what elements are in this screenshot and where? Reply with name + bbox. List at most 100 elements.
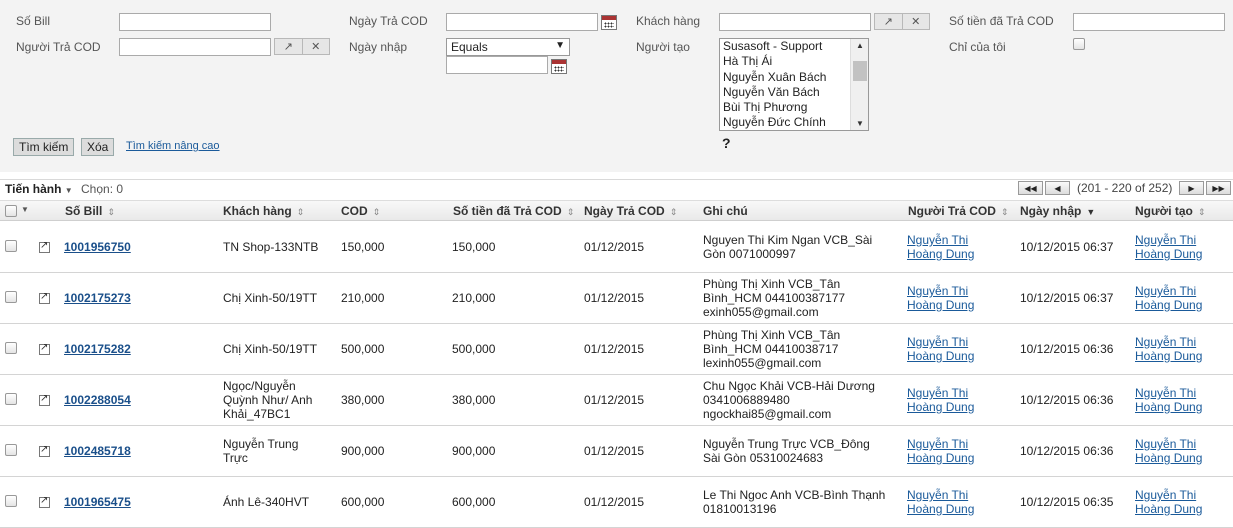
calendar-icon[interactable] bbox=[551, 59, 567, 74]
so-tien-input[interactable] bbox=[1073, 13, 1225, 31]
col-so-tien[interactable]: Số tiền đã Trả COD ⇕ bbox=[453, 204, 574, 218]
scroll-down-icon[interactable]: ▼ bbox=[856, 119, 864, 128]
payer-link[interactable]: Hoàng Dung bbox=[907, 298, 974, 312]
listbox-option[interactable]: Nguyễn Đức Chính bbox=[720, 115, 868, 130]
payer-link[interactable]: Hoàng Dung bbox=[907, 400, 974, 414]
col-so-bill[interactable]: Số Bill ⇕ bbox=[65, 204, 115, 218]
row-checkbox[interactable] bbox=[5, 342, 17, 354]
creator-link[interactable]: Hoàng Dung bbox=[1135, 502, 1202, 516]
creator-link[interactable]: Hoàng Dung bbox=[1135, 451, 1202, 465]
ngay-tra-cod-label: Ngày Trả COD bbox=[349, 14, 428, 28]
scroll-thumb[interactable] bbox=[853, 61, 867, 81]
creator-link[interactable]: Nguyễn Thi bbox=[1135, 335, 1196, 349]
so-bill-input[interactable] bbox=[119, 13, 271, 31]
creator-link[interactable]: Nguyễn Thi bbox=[1135, 284, 1196, 298]
row-checkbox[interactable] bbox=[5, 291, 17, 303]
search-button[interactable]: Tìm kiếm bbox=[13, 138, 75, 156]
edit-icon[interactable] bbox=[39, 393, 50, 406]
payer-link[interactable]: Nguyễn Thi bbox=[907, 233, 968, 247]
creator-link[interactable]: Hoàng Dung bbox=[1135, 298, 1202, 312]
payer-link[interactable]: Hoàng Dung bbox=[907, 349, 974, 363]
ngay-nhap-input[interactable] bbox=[446, 56, 548, 74]
bill-link[interactable]: 1002175273 bbox=[64, 291, 131, 305]
table-row[interactable]: 1002175282 Chị Xinh-50/19TT 500,000 500,000… bbox=[0, 324, 1233, 375]
table-row[interactable]: 1002175273 Chị Xinh-50/19TT 210,000 210,000… bbox=[0, 273, 1233, 324]
nguoi-tra-cod-input[interactable] bbox=[119, 38, 271, 56]
clear-button[interactable]: Xóa bbox=[81, 138, 115, 156]
bill-link[interactable]: 1002288054 bbox=[64, 393, 131, 407]
last-page-icon[interactable]: ▶▶ bbox=[1206, 181, 1231, 195]
listbox-scrollbar[interactable]: ▲ ▼ bbox=[850, 39, 868, 130]
row-checkbox[interactable] bbox=[5, 444, 17, 456]
payer-link[interactable]: Hoàng Dung bbox=[907, 247, 974, 261]
select-pointer-icon[interactable]: ↗ bbox=[875, 14, 902, 29]
edit-icon[interactable] bbox=[39, 495, 50, 508]
listbox-option[interactable]: Bùi Thị Phương bbox=[720, 100, 868, 115]
col-nguoi-tao[interactable]: Người tạo ⇕ bbox=[1135, 204, 1205, 218]
first-page-icon[interactable]: ◀◀ bbox=[1018, 181, 1043, 195]
creator-link[interactable]: Nguyễn Thi bbox=[1135, 437, 1196, 451]
bill-link[interactable]: 1001965475 bbox=[64, 495, 131, 509]
creator-link[interactable]: Nguyễn Thi bbox=[1135, 386, 1196, 400]
listbox-option[interactable]: Hà Thị Ái bbox=[720, 54, 868, 69]
creator-link[interactable]: Hoàng Dung bbox=[1135, 247, 1202, 261]
row-checkbox[interactable] bbox=[5, 495, 17, 507]
select-pointer-icon[interactable]: ↗ bbox=[275, 39, 302, 54]
entry-date-cell: 10/12/2015 06:37 bbox=[1020, 240, 1114, 254]
payer-link[interactable]: Nguyễn Thi bbox=[907, 284, 968, 298]
scroll-up-icon[interactable]: ▲ bbox=[856, 41, 864, 50]
payer-link[interactable]: Hoàng Dung bbox=[907, 502, 974, 516]
payer-link[interactable]: Nguyễn Thi bbox=[907, 386, 968, 400]
note-cell: Bình_HCM 044100387177 bbox=[703, 291, 846, 305]
creator-link[interactable]: Nguyễn Thi bbox=[1135, 488, 1196, 502]
edit-icon[interactable] bbox=[39, 444, 50, 457]
listbox-option[interactable]: Susasoft - Support bbox=[720, 39, 868, 54]
edit-icon[interactable] bbox=[39, 291, 50, 304]
prev-page-icon[interactable]: ◀ bbox=[1045, 181, 1070, 195]
col-ngay-tra[interactable]: Ngày Trả COD ⇕ bbox=[584, 204, 677, 218]
creator-link[interactable]: Hoàng Dung bbox=[1135, 400, 1202, 414]
clear-x-icon[interactable]: ✕ bbox=[901, 14, 930, 29]
table-row[interactable]: 1002288054 Ngọc/NguyễnQuỳnh Như/ AnhKhải_… bbox=[0, 375, 1233, 426]
entry-date-cell: 10/12/2015 06:36 bbox=[1020, 393, 1114, 407]
payer-link[interactable]: Nguyễn Thi bbox=[907, 437, 968, 451]
action-menu[interactable]: Tiến hành ▼ bbox=[5, 182, 73, 196]
note-cell: 01810013196 bbox=[703, 502, 777, 516]
ngay-nhap-operator-select[interactable]: Equals ▼ bbox=[446, 38, 570, 56]
table-row[interactable]: 1001956750 TN Shop-133NTB 150,000 150,000 01… bbox=[0, 222, 1233, 273]
advanced-search-link[interactable]: Tìm kiếm nâng cao bbox=[126, 140, 220, 152]
chevron-down-icon[interactable]: ▼ bbox=[21, 205, 29, 214]
payer-link[interactable]: Hoàng Dung bbox=[907, 451, 974, 465]
bill-link[interactable]: 1001956750 bbox=[64, 240, 131, 254]
next-page-icon[interactable]: ▶ bbox=[1179, 181, 1204, 195]
table-row[interactable]: 1001965475 Ánh Lê-340HVT 600,000 600,000 01/… bbox=[0, 477, 1233, 528]
action-menu-label: Tiến hành bbox=[5, 182, 62, 196]
khach-hang-input[interactable] bbox=[719, 13, 871, 31]
listbox-option[interactable]: Nguyễn Văn Bách bbox=[720, 85, 868, 100]
payer-link[interactable]: Nguyễn Thi bbox=[907, 488, 968, 502]
row-checkbox[interactable] bbox=[5, 393, 17, 405]
col-nguoi-tra[interactable]: Người Trả COD ⇕ bbox=[908, 204, 1008, 218]
col-ghi-chu[interactable]: Ghi chú bbox=[703, 204, 748, 218]
bill-link[interactable]: 1002175282 bbox=[64, 342, 131, 356]
col-ngay-nhap[interactable]: Ngày nhập ▼ bbox=[1020, 204, 1095, 218]
edit-icon[interactable] bbox=[39, 342, 50, 355]
col-khach-hang[interactable]: Khách hàng ⇕ bbox=[223, 204, 304, 218]
select-all-checkbox[interactable] bbox=[5, 205, 17, 217]
paid-amount-cell: 600,000 bbox=[452, 495, 496, 509]
edit-icon[interactable] bbox=[39, 240, 50, 253]
ngay-tra-cod-input[interactable] bbox=[446, 13, 598, 31]
chi-cua-toi-checkbox[interactable] bbox=[1073, 38, 1085, 50]
clear-x-icon[interactable]: ✕ bbox=[301, 39, 330, 54]
calendar-icon[interactable] bbox=[601, 15, 617, 30]
help-icon[interactable]: ? bbox=[722, 135, 731, 151]
bill-link[interactable]: 1002485718 bbox=[64, 444, 131, 458]
creator-link[interactable]: Nguyễn Thi bbox=[1135, 233, 1196, 247]
col-cod[interactable]: COD ⇕ bbox=[341, 204, 380, 218]
nguoi-tao-listbox[interactable]: Susasoft - Support Hà Thị Ái Nguyễn Xuân… bbox=[719, 38, 869, 131]
payer-link[interactable]: Nguyễn Thi bbox=[907, 335, 968, 349]
creator-link[interactable]: Hoàng Dung bbox=[1135, 349, 1202, 363]
table-row[interactable]: 1002485718 Nguyễn TrungTrực 900,000 900,000… bbox=[0, 426, 1233, 477]
row-checkbox[interactable] bbox=[5, 240, 17, 252]
listbox-option[interactable]: Nguyễn Xuân Bách bbox=[720, 70, 868, 85]
